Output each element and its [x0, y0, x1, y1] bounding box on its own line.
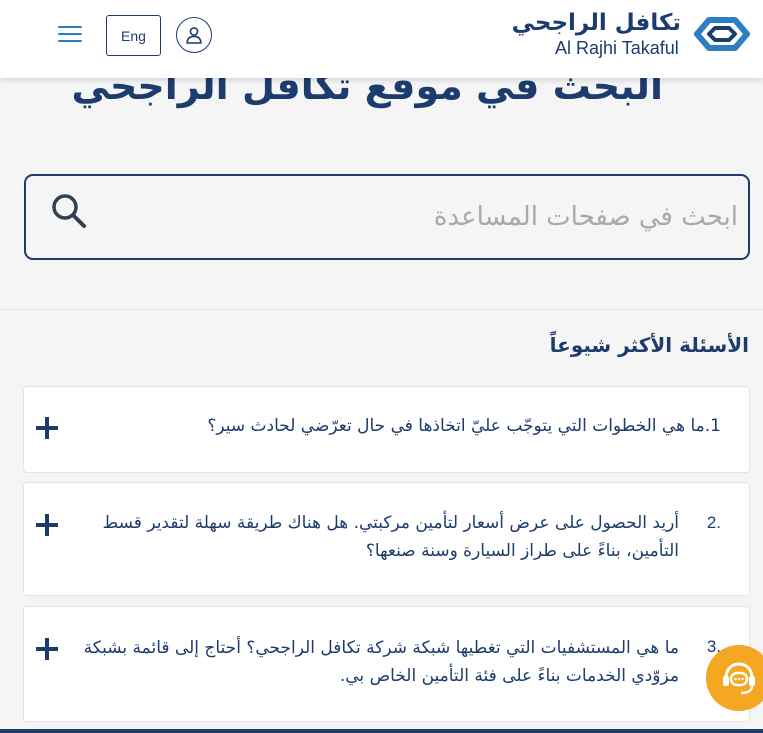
brand-logo[interactable]: تكافل الراجحي Al Rajhi Takaful	[512, 10, 753, 62]
faq-item-2[interactable]: 2. أريد الحصول على عرض أسعار لتأمين مركب…	[23, 482, 750, 596]
search-input[interactable]	[118, 188, 738, 246]
bottom-bar	[0, 729, 763, 733]
faq-question-text: 1.ما هي الخطوات التي يتوجّب عليّ اتخاذها…	[207, 416, 721, 436]
user-icon	[186, 27, 202, 44]
faq-item-1[interactable]: 1.ما هي الخطوات التي يتوجّب عليّ اتخاذها…	[23, 386, 750, 473]
logo-mark-icon	[694, 17, 750, 51]
faq-question-number: 2.	[706, 513, 721, 532]
faq-question-text: أريد الحصول على عرض أسعار لتأمين مركبتي.…	[102, 513, 679, 561]
search-icon[interactable]	[50, 192, 88, 230]
search-bar	[24, 174, 750, 260]
plus-icon[interactable]	[36, 638, 58, 660]
header: Eng تكافل الراجحي Al Rajhi Takaful	[0, 0, 763, 78]
faq-question-text: ما هي المستشفيات التي تغطيها شبكة شركة ت…	[83, 638, 679, 686]
faq-heading: الأسئلة الأكثر شيوعاً	[549, 333, 749, 357]
plus-icon[interactable]	[36, 417, 58, 439]
faq-item-3[interactable]: 3. ما هي المستشفيات التي تغطيها شبكة شرك…	[23, 606, 750, 722]
logo-english-text: Al Rajhi Takaful	[555, 38, 679, 58]
chat-support-button[interactable]	[706, 645, 763, 711]
logo-arabic-text: تكافل الراجحي	[511, 10, 681, 36]
section-divider	[0, 309, 763, 310]
plus-icon[interactable]	[36, 514, 58, 536]
headset-chat-icon	[723, 662, 755, 695]
user-account-button[interactable]	[176, 17, 212, 53]
hamburger-menu-icon[interactable]	[58, 26, 82, 44]
language-toggle-button[interactable]: Eng	[106, 15, 161, 56]
